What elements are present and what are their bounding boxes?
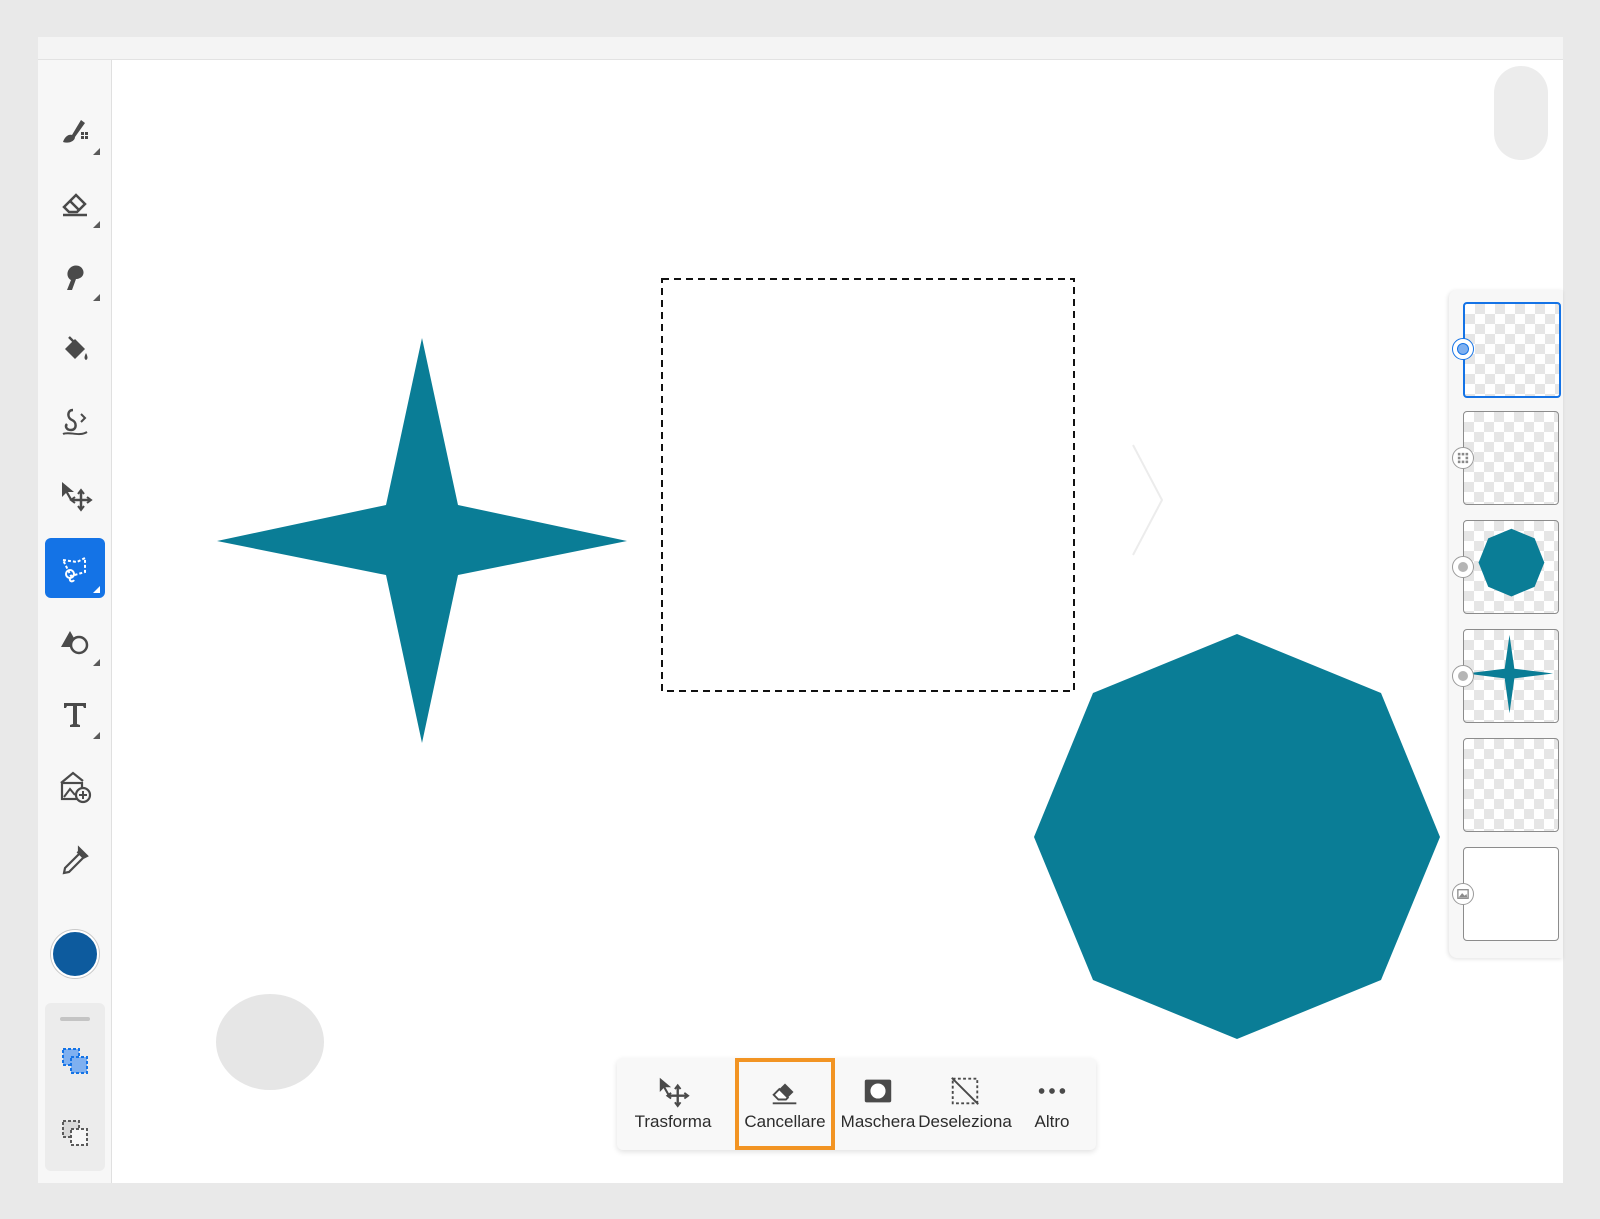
brush-icon <box>63 120 88 143</box>
place-image-icon <box>60 771 92 804</box>
eraser-icon <box>772 1083 797 1105</box>
layer-visibility-badge-3[interactable] <box>1452 556 1474 578</box>
top-bar <box>38 37 1563 60</box>
move-tool-button[interactable] <box>45 465 105 525</box>
image-layer-icon[interactable] <box>1452 883 1474 905</box>
layer-thumbnail-3[interactable] <box>1463 520 1559 614</box>
eraser-tool-button[interactable] <box>45 173 105 233</box>
layer-thumbnail-2[interactable] <box>1463 411 1559 505</box>
pixel-layer-icon[interactable] <box>1452 447 1474 469</box>
layers-panel <box>1449 290 1563 958</box>
fill-tool-button[interactable] <box>45 319 105 379</box>
layer-thumbnail-5[interactable] <box>1463 738 1559 832</box>
floating-touch-button[interactable] <box>216 994 324 1090</box>
eyedropper-icon <box>62 845 89 875</box>
mask-icon <box>864 1079 892 1103</box>
move-icon <box>62 482 93 512</box>
healing-tool-button[interactable] <box>45 392 105 452</box>
shapes-tool-button[interactable] <box>45 611 105 671</box>
lasso-select-tool-button[interactable] <box>45 538 105 598</box>
place-image-tool-button[interactable] <box>45 757 105 817</box>
more-button[interactable]: Altro <box>1017 1058 1087 1150</box>
text-tool-button[interactable] <box>45 684 105 744</box>
deselect-button[interactable]: Deseleziona <box>917 1058 1013 1150</box>
document-canvas[interactable] <box>112 60 1563 1183</box>
subtract-selection-icon <box>62 1120 88 1146</box>
layer-thumbnail-1[interactable] <box>1463 302 1561 398</box>
star-shape[interactable] <box>217 338 627 743</box>
selection-mode-panel <box>45 1003 105 1171</box>
panel-grip[interactable] <box>60 1017 90 1021</box>
brush-tool-button[interactable] <box>45 100 105 160</box>
color-swatch[interactable] <box>51 930 99 978</box>
eyedropper-tool-button[interactable] <box>45 830 105 890</box>
mask-label: Maschera <box>840 1112 916 1131</box>
layer-visibility-badge-4[interactable] <box>1452 665 1474 687</box>
smudge-tool-button[interactable] <box>45 246 105 306</box>
smudge-icon <box>67 265 84 290</box>
text-icon <box>64 703 86 727</box>
healing-icon <box>62 408 88 436</box>
more-icon <box>1038 1088 1066 1094</box>
transform-label: Trasforma <box>634 1112 712 1131</box>
left-toolbar <box>38 60 112 1183</box>
mask-button[interactable]: Maschera <box>839 1058 917 1150</box>
add-selection-button[interactable] <box>45 1031 105 1091</box>
deselect-label: Deseleziona <box>918 1112 1012 1131</box>
selection-marquee[interactable] <box>661 278 1075 692</box>
deselect-icon <box>951 1077 979 1105</box>
more-label: Altro <box>1034 1112 1070 1131</box>
layer-thumbnail-6[interactable] <box>1463 847 1559 941</box>
shapes-icon <box>61 631 89 655</box>
lasso-select-icon <box>61 556 86 583</box>
erase-button[interactable]: Cancellare <box>735 1058 835 1150</box>
add-selection-icon <box>62 1048 88 1074</box>
transform-button[interactable]: Trasforma <box>625 1058 721 1150</box>
transform-icon <box>659 1077 690 1108</box>
layer-thumbnail-4[interactable] <box>1463 629 1559 723</box>
contextual-task-bar: Trasforma Cancellare Maschera Deselezion… <box>617 1058 1096 1150</box>
paint-bucket-icon <box>65 336 88 360</box>
erase-label: Cancellare <box>744 1112 826 1131</box>
layer-visibility-badge-1[interactable] <box>1452 338 1474 360</box>
scroll-indicator[interactable] <box>1494 66 1548 160</box>
octagon-shape[interactable] <box>1034 634 1440 1039</box>
eraser-icon <box>62 193 87 217</box>
subtract-selection-button[interactable] <box>45 1103 105 1163</box>
faint-chevron <box>1132 444 1164 556</box>
